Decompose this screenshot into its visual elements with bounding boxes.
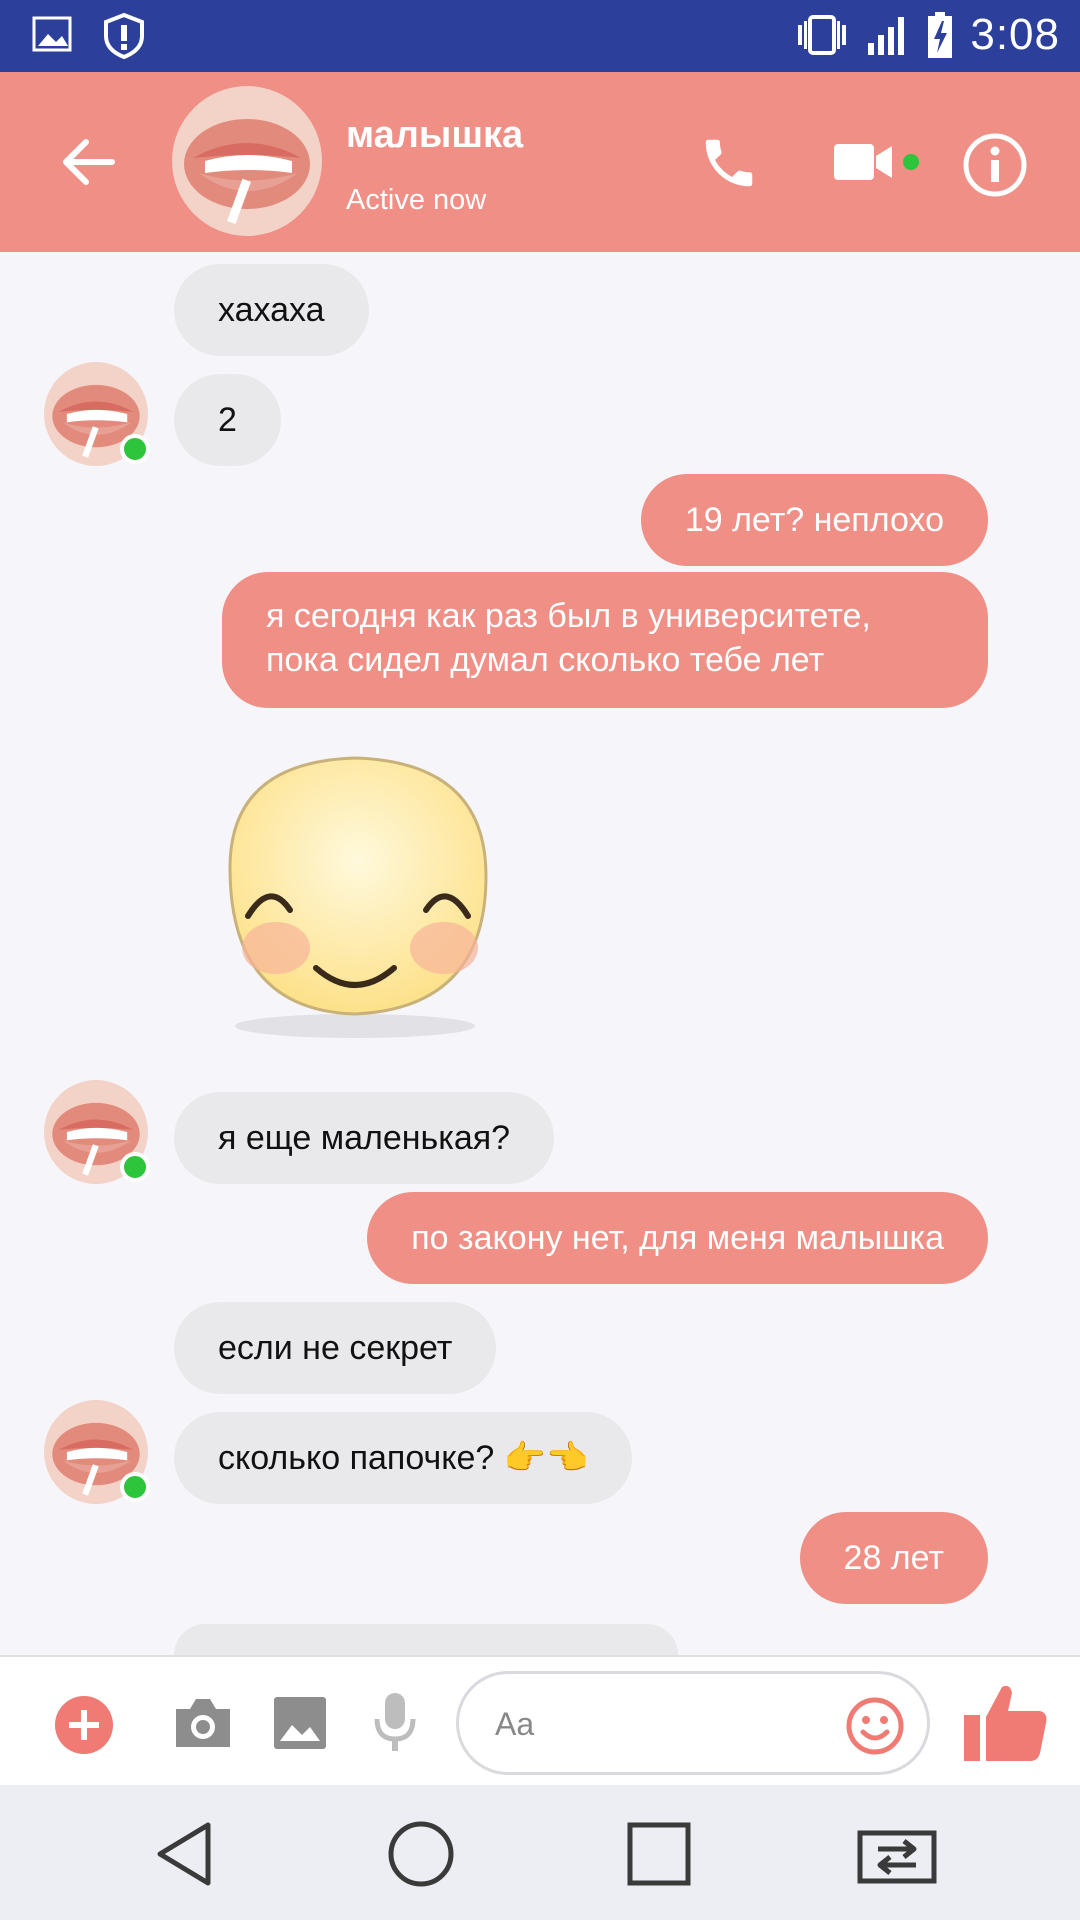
sender-avatar[interactable] (44, 1400, 150, 1504)
message-bubble[interactable]: 28 лет (799, 1512, 988, 1604)
message-composer: Aa (0, 1655, 1080, 1785)
thumbs-up-icon[interactable] (962, 1679, 1048, 1765)
message-bubble[interactable]: сколько папочке? 👉👈 (174, 1412, 633, 1504)
online-indicator (120, 434, 150, 464)
clock: 3:08 (970, 10, 1060, 59)
video-camera-icon[interactable] (832, 138, 896, 186)
message-bubble[interactable]: 2 (174, 374, 281, 466)
message-input[interactable]: Aa (456, 1671, 930, 1775)
shield-alert-icon (104, 12, 144, 60)
chat-header: малышка Active now (0, 72, 1080, 252)
plus-icon[interactable] (54, 1695, 114, 1755)
sender-avatar[interactable] (44, 362, 150, 466)
contact-avatar[interactable] (172, 86, 322, 236)
image-icon[interactable] (272, 1695, 328, 1751)
vibrate-icon (798, 15, 847, 55)
sender-avatar[interactable] (44, 1080, 150, 1184)
contact-status: Active now (346, 184, 487, 216)
message-text-line: я сегодня как раз был в университете, (266, 597, 871, 635)
message-bubble[interactable]: 19 лет? неплохо (640, 474, 988, 566)
video-online-dot (903, 154, 919, 170)
message-text-line: пока сидел думал сколько тебе лет (266, 641, 825, 679)
smiling-face-sticker[interactable] (190, 748, 520, 1048)
back-arrow-icon[interactable] (56, 130, 120, 194)
message-text: по закону нет, для меня малышка (411, 1219, 944, 1257)
camera-icon[interactable] (172, 1695, 234, 1751)
gallery-icon (32, 16, 72, 52)
message-text: 19 лет? неплохо (684, 501, 944, 539)
message-bubble[interactable]: я сегодня как раз был в университете, по… (222, 572, 988, 708)
message-text: если не секрет (218, 1329, 453, 1367)
signal-icon (868, 17, 905, 55)
online-indicator (120, 1152, 150, 1182)
message-text: 28 лет (843, 1539, 944, 1577)
contact-name[interactable]: малышка (346, 114, 523, 157)
message-bubble[interactable]: я еще маленькая? (174, 1092, 555, 1184)
message-bubble[interactable]: по закону нет, для меня малышка (367, 1192, 988, 1284)
nav-switch-icon[interactable] (856, 1819, 938, 1889)
message-bubble-partial (174, 1624, 678, 1655)
status-bar: 3:08 (0, 0, 1080, 72)
nav-recents-icon[interactable] (624, 1819, 694, 1889)
message-text: 2 (218, 401, 237, 439)
battery-charging-icon (928, 12, 953, 58)
message-bubble[interactable]: хахаха (174, 264, 369, 356)
phone-icon[interactable] (698, 132, 760, 194)
info-icon[interactable] (962, 132, 1028, 198)
message-text: я еще маленькая? (218, 1119, 511, 1157)
online-indicator (120, 1472, 150, 1502)
nav-back-icon[interactable] (152, 1819, 216, 1889)
nav-home-icon[interactable] (386, 1819, 456, 1889)
message-input-placeholder: Aa (495, 1706, 535, 1742)
message-text: хахаха (218, 291, 325, 329)
navigation-bar (0, 1785, 1080, 1920)
message-text: сколько папочке? 👉👈 (218, 1439, 589, 1477)
microphone-icon[interactable] (370, 1691, 420, 1753)
message-bubble[interactable]: если не секрет (174, 1302, 497, 1394)
emoji-icon[interactable] (845, 1696, 905, 1756)
